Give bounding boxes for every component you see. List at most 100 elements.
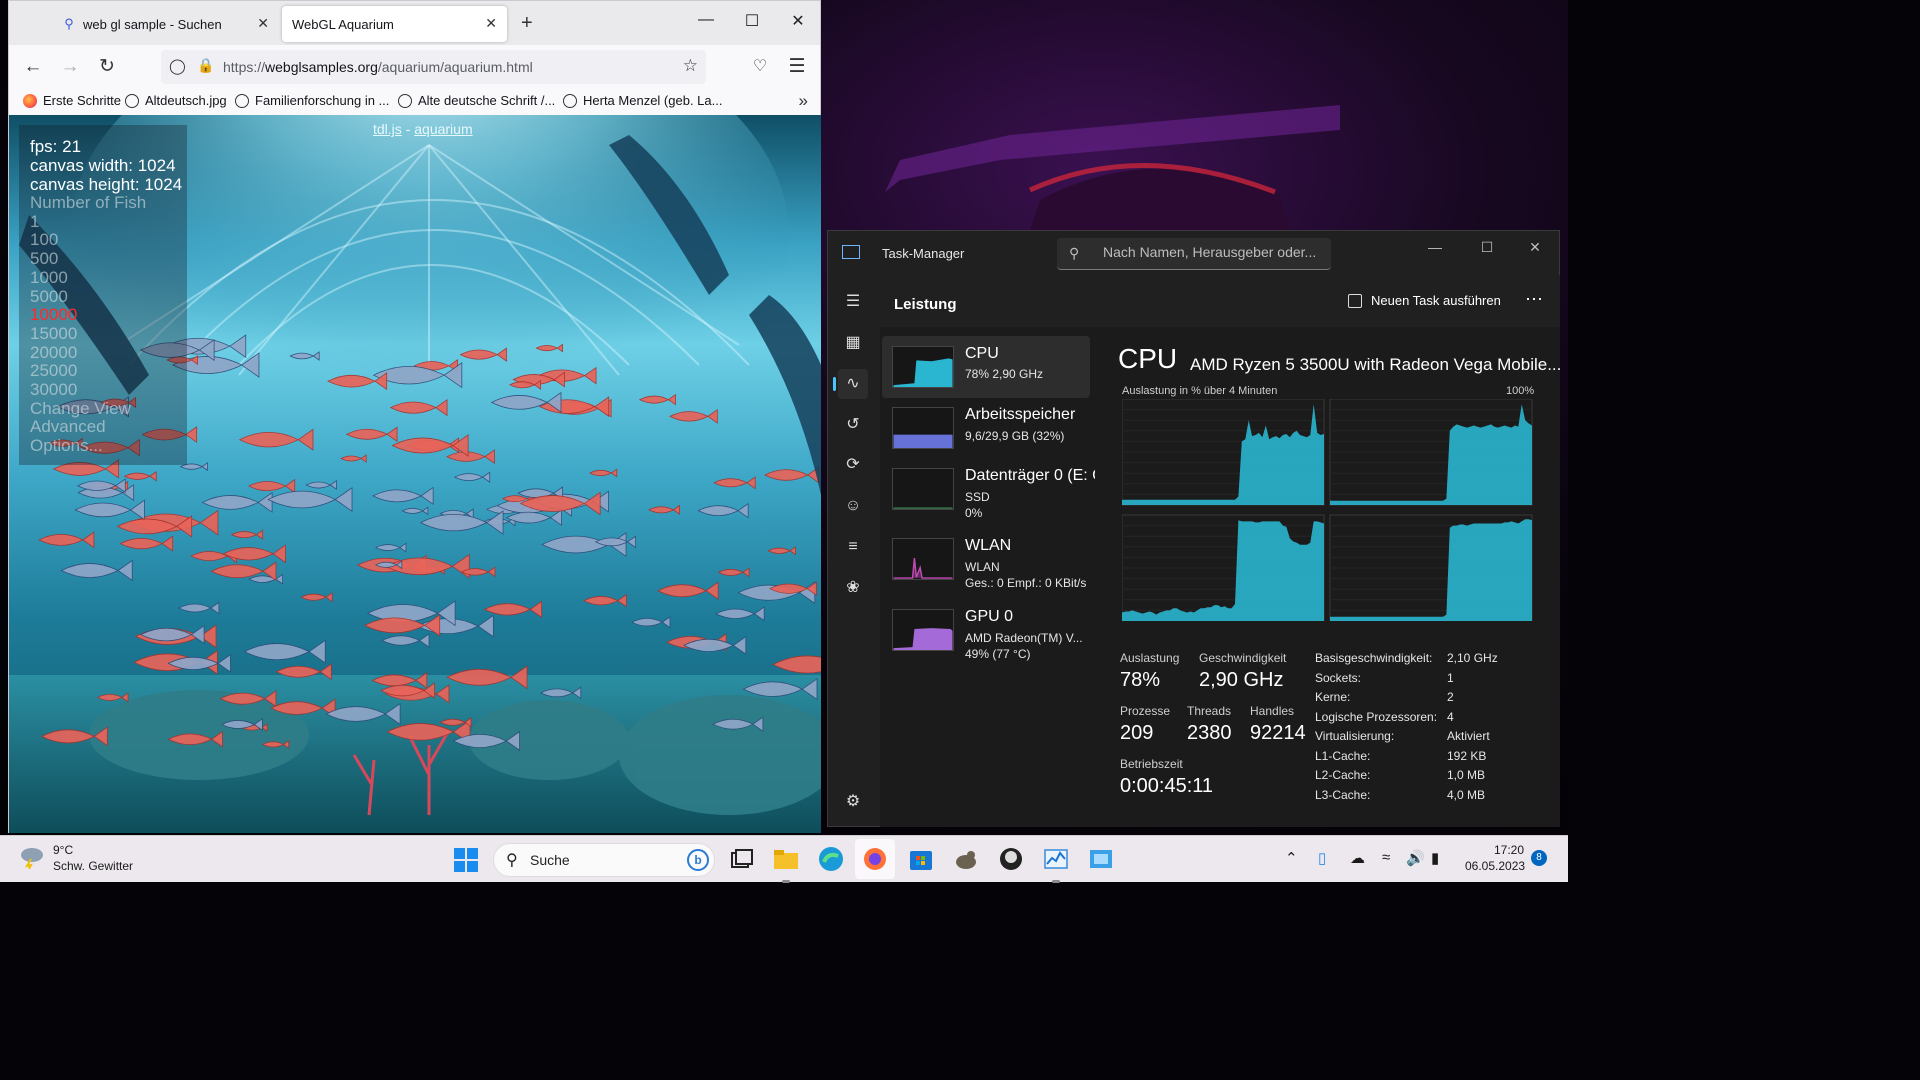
resource-gpu[interactable]: GPU 0 AMD Radeon(TM) V... 49% (77 °C) bbox=[882, 599, 1090, 661]
task-view-icon[interactable] bbox=[726, 844, 756, 874]
bookmark-item[interactable]: Alte deutsche Schrift /... bbox=[398, 93, 555, 108]
onedrive-cloud-icon[interactable]: ☁ bbox=[1350, 849, 1365, 867]
resource-disk[interactable]: Datenträger 0 (E: C SSD 0% bbox=[882, 458, 1095, 520]
taskbar-search[interactable]: ⚲ Suche b bbox=[493, 843, 715, 877]
info-value: 2 bbox=[1447, 690, 1454, 704]
forward-button[interactable]: → bbox=[58, 57, 82, 77]
tab-aquarium[interactable]: WebGL Aquarium ✕ bbox=[282, 6, 507, 42]
maximize-button[interactable]: ☐ bbox=[742, 11, 762, 31]
tray-app-icon[interactable]: ▯ bbox=[1318, 849, 1326, 867]
performance-icon[interactable]: ∿ bbox=[833, 369, 868, 399]
fish-option-selected[interactable]: 10000 bbox=[30, 306, 146, 325]
run-new-task-button[interactable]: Neuen Task ausführen bbox=[1348, 293, 1501, 308]
search-box[interactable]: ⚲ bbox=[1057, 238, 1331, 270]
weather-temperature[interactable]: 9°C bbox=[53, 843, 73, 857]
disk-thumbnail-graph bbox=[892, 468, 954, 510]
maximize-button[interactable]: ☐ bbox=[1477, 239, 1497, 256]
bookmark-item[interactable]: Familienforschung in ... bbox=[235, 93, 389, 108]
close-window-button[interactable]: ✕ bbox=[788, 11, 808, 31]
fish-option[interactable]: 20000 bbox=[30, 343, 146, 363]
search-input[interactable] bbox=[1103, 244, 1323, 260]
info-value: 1,0 MB bbox=[1447, 768, 1486, 782]
pocket-icon[interactable]: ♡ bbox=[748, 57, 772, 77]
weather-storm-icon[interactable] bbox=[18, 845, 46, 869]
memory-thumbnail-graph bbox=[892, 407, 954, 449]
globe-icon bbox=[398, 93, 412, 108]
users-icon[interactable]: ☺ bbox=[838, 491, 868, 521]
gimp-icon[interactable] bbox=[951, 844, 981, 874]
tuna-fish bbox=[177, 601, 220, 615]
fish-option[interactable]: 100 bbox=[30, 231, 146, 250]
close-tab-icon[interactable]: ✕ bbox=[485, 15, 497, 32]
inkscape-icon[interactable] bbox=[996, 844, 1026, 874]
fps-readout: fps: 21 bbox=[30, 137, 82, 156]
advanced-link[interactable]: Advanced bbox=[30, 418, 146, 437]
notification-badge[interactable]: 8 bbox=[1531, 850, 1547, 866]
resource-memory[interactable]: Arbeitsspeicher 9,6/29,9 GB (32%) bbox=[882, 397, 1090, 459]
more-options-icon[interactable]: ⋯ bbox=[1525, 289, 1544, 310]
resource-wlan[interactable]: WLAN WLAN Ges.: 0 Empf.: 0 KBit/s bbox=[882, 528, 1090, 590]
minimize-button[interactable]: — bbox=[696, 11, 716, 29]
tab-search[interactable]: ⚲ web gl sample - Suchen ✕ bbox=[49, 6, 279, 42]
fish-option[interactable]: 1000 bbox=[30, 268, 146, 288]
clock-time[interactable]: 17:20 bbox=[1494, 843, 1524, 857]
weather-description[interactable]: Schw. Gewitter bbox=[53, 859, 133, 873]
red-snapper-fish bbox=[589, 468, 618, 478]
info-key: Virtualisierung: bbox=[1315, 729, 1395, 743]
clock-date[interactable]: 06.05.2023 bbox=[1465, 859, 1525, 873]
bookmark-star-icon[interactable]: ☆ bbox=[683, 56, 698, 76]
startup-apps-icon[interactable]: ⟳ bbox=[838, 450, 868, 480]
tdl-link[interactable]: tdl.js bbox=[373, 121, 402, 137]
fish-option[interactable]: 5000 bbox=[30, 287, 146, 307]
fish-option[interactable]: 1 bbox=[30, 212, 146, 232]
address-bar[interactable]: ◯ 🔒 https://webglsamples.org/aquarium/aq… bbox=[161, 50, 706, 84]
edge-icon[interactable] bbox=[816, 844, 846, 874]
more-bookmarks-icon[interactable]: » bbox=[799, 91, 808, 111]
reload-button[interactable]: ↻ bbox=[95, 57, 119, 77]
services-icon[interactable]: ❀ bbox=[838, 573, 868, 603]
globe-icon bbox=[125, 93, 139, 108]
hamburger-icon[interactable]: ☰ bbox=[838, 287, 868, 317]
task-manager-taskbar-icon[interactable] bbox=[1041, 844, 1071, 883]
aquarium-link[interactable]: aquarium bbox=[414, 121, 472, 137]
menu-icon[interactable]: ☰ bbox=[785, 57, 809, 77]
details-icon[interactable]: ≡ bbox=[838, 532, 868, 562]
shield-icon[interactable]: ◯ bbox=[169, 57, 186, 75]
url-scheme: https:// bbox=[223, 59, 266, 75]
back-button[interactable]: ← bbox=[21, 57, 45, 77]
microsoft-store-icon[interactable] bbox=[906, 844, 936, 874]
processes-icon[interactable]: ▦ bbox=[838, 328, 868, 358]
windows-start-icon[interactable] bbox=[454, 848, 478, 872]
red-snapper-fish bbox=[648, 504, 680, 515]
fish-option[interactable]: 25000 bbox=[30, 362, 146, 381]
battery-icon[interactable]: ▮ bbox=[1431, 849, 1439, 867]
options-link[interactable]: Options... bbox=[30, 436, 146, 456]
tab-bar: ⚲ web gl sample - Suchen ✕ WebGL Aquariu… bbox=[9, 1, 820, 45]
red-snapper-fish bbox=[772, 655, 821, 674]
aquarium-canvas[interactable]: tdl.js - aquarium fps: 21 canvas width: … bbox=[9, 115, 821, 833]
new-tab-button[interactable]: + bbox=[521, 12, 533, 35]
bookmark-item[interactable]: Altdeutsch.jpg bbox=[125, 93, 227, 108]
bing-icon[interactable]: b bbox=[687, 849, 709, 871]
fish-option[interactable]: 500 bbox=[30, 249, 146, 269]
chevron-up-icon[interactable]: ⌃ bbox=[1285, 849, 1298, 867]
url-text[interactable]: https://webglsamples.org/aquarium/aquari… bbox=[223, 59, 533, 75]
close-tab-icon[interactable]: ✕ bbox=[257, 15, 269, 32]
app-history-icon[interactable]: ↺ bbox=[838, 410, 868, 440]
lock-icon[interactable]: 🔒 bbox=[197, 57, 214, 74]
fish-option[interactable]: 30000 bbox=[30, 380, 146, 400]
wifi-icon[interactable]: ≈ bbox=[1382, 849, 1390, 866]
file-explorer-icon[interactable] bbox=[771, 844, 801, 883]
change-view-link[interactable]: Change View bbox=[30, 399, 146, 419]
control-panel-icon[interactable] bbox=[1086, 844, 1116, 874]
minimize-button[interactable]: — bbox=[1425, 239, 1445, 255]
close-window-button[interactable]: ✕ bbox=[1525, 239, 1545, 256]
bookmark-item[interactable]: Herta Menzel (geb. La... bbox=[563, 93, 722, 108]
canvas-width-readout: canvas width: 1024 bbox=[30, 156, 176, 175]
speaker-icon[interactable]: 🔊 bbox=[1406, 849, 1425, 867]
resource-cpu[interactable]: CPU 78% 2,90 GHz bbox=[882, 336, 1090, 398]
firefox-icon[interactable] bbox=[855, 839, 895, 879]
settings-gear-icon[interactable]: ⚙ bbox=[838, 787, 868, 817]
fish-option[interactable]: 15000 bbox=[30, 324, 146, 344]
bookmark-item[interactable]: Erste Schritte bbox=[23, 93, 121, 108]
